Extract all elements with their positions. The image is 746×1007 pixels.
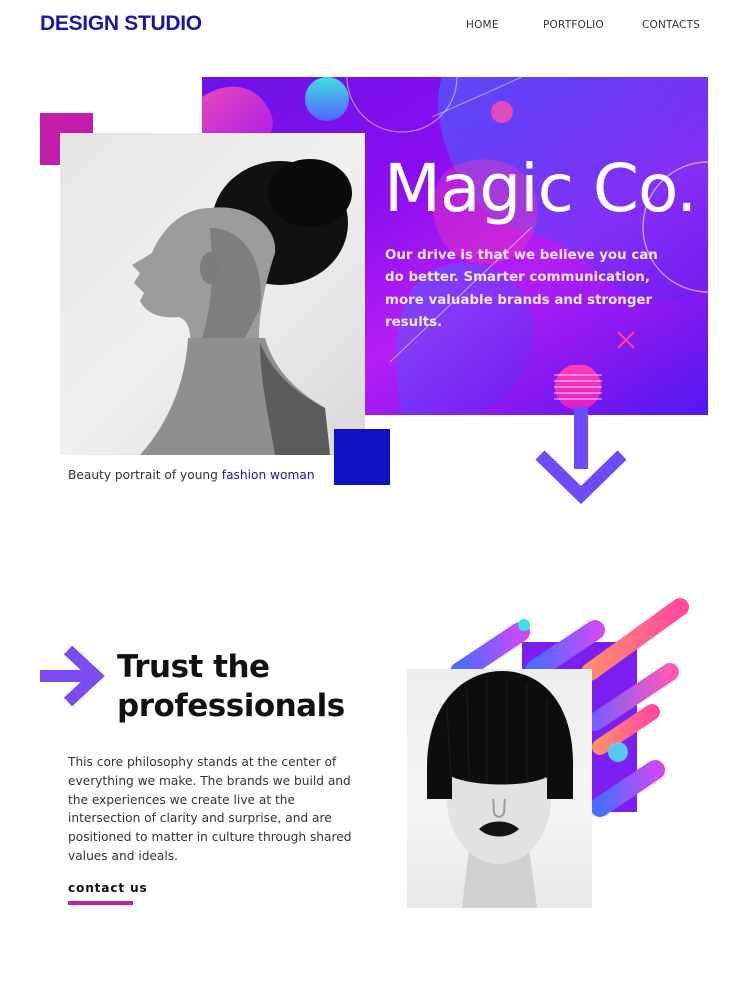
fashion-portrait-photo: [407, 669, 592, 908]
portrait-silhouette: [132, 159, 352, 455]
section-description: This core philosophy stands at the cente…: [68, 755, 352, 863]
hero-title: Magic Co.: [384, 150, 697, 227]
arrow-down-icon[interactable]: [534, 364, 630, 511]
contact-us-link[interactable]: contact us: [68, 881, 148, 895]
portrait-caption: Beauty portrait of young fashion woman: [68, 468, 315, 482]
arrow-right-icon: [40, 644, 106, 712]
portrait-photo: [60, 133, 365, 455]
section-heading: Trust the professionals: [117, 649, 345, 724]
nav-portfolio[interactable]: PORTFOLIO: [543, 19, 604, 31]
caption-text: Beauty portrait of young: [68, 468, 222, 482]
contact-underline: [68, 901, 133, 905]
hero-description: Our drive is that we believe you can do …: [385, 248, 658, 330]
arrow-right-graphic: [40, 645, 105, 707]
nav-home[interactable]: HOME: [466, 19, 499, 31]
site-logo[interactable]: DESIGN STUDIO: [40, 12, 202, 36]
face-silhouette: [427, 671, 574, 908]
nav-contacts[interactable]: CONTACTS: [642, 19, 700, 31]
caption-link[interactable]: fashion woman: [222, 468, 315, 482]
arrow-down-graphic: [535, 364, 627, 505]
decorative-blue-square: [334, 429, 390, 485]
